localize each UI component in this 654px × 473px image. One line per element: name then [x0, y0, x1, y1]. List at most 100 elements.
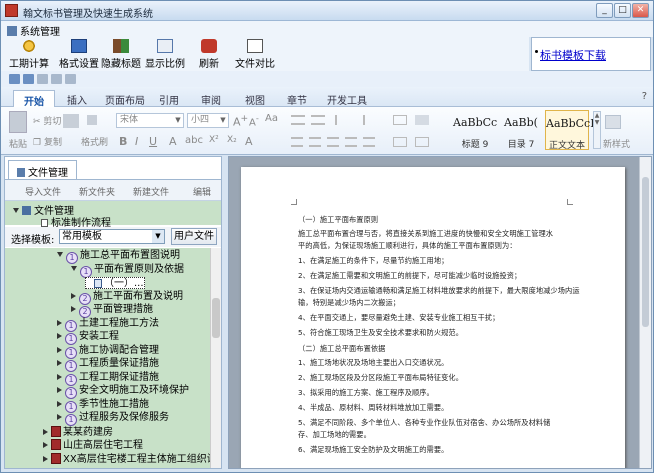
tab-chapter[interactable]: 章节: [287, 92, 307, 107]
italic-icon[interactable]: I: [135, 135, 138, 148]
borders-icon[interactable]: [415, 137, 429, 147]
font-color-icon[interactable]: A: [169, 135, 177, 148]
collapse-icon[interactable]: [57, 400, 62, 407]
shading-icon[interactable]: [415, 115, 429, 125]
shrink-font-icon[interactable]: A-: [249, 113, 259, 128]
expand-icon[interactable]: [71, 265, 77, 271]
format-painter-button[interactable]: 格式刷: [81, 135, 108, 148]
tree-node[interactable]: 1 安全文明施工及环境保护: [57, 385, 189, 399]
collapse-icon[interactable]: [57, 333, 62, 339]
tree-node[interactable]: 1 土建工程施工方法: [57, 318, 159, 332]
expand-icon[interactable]: [57, 252, 63, 257]
new-style-button[interactable]: 新样式: [603, 137, 630, 150]
tree-node[interactable]: 山庄高层住宅工程: [43, 439, 143, 451]
style-toc-7[interactable]: AaBb( 目录 7: [499, 110, 543, 150]
tree-node[interactable]: 1 平面布置原则及依据: [71, 264, 184, 278]
paste-icon[interactable]: [9, 111, 27, 133]
style-heading-9[interactable]: AaBbCc 标题 9: [453, 110, 497, 150]
tree-node[interactable]: 2 施工平面布置及说明: [71, 291, 183, 305]
help-icon[interactable]: ?: [642, 91, 647, 102]
subscript-icon[interactable]: X₂: [227, 135, 237, 145]
tree-node[interactable]: 1 工程工期保证措施: [57, 372, 159, 386]
document-scrollbar-thumb[interactable]: [642, 177, 649, 327]
sort-icon[interactable]: [393, 115, 407, 125]
distribute-icon[interactable]: [363, 137, 375, 147]
collapse-icon[interactable]: [57, 346, 62, 353]
print-icon[interactable]: [37, 74, 48, 84]
grow-font-icon[interactable]: A+: [233, 113, 248, 129]
numbering-icon[interactable]: [311, 115, 325, 125]
tree-node[interactable]: 1 施工总平面布置图说明: [57, 250, 180, 264]
collapse-icon[interactable]: [43, 428, 48, 435]
tree-node[interactable]: 1 季节性施工措施: [57, 399, 149, 413]
toolbar-hide-title[interactable]: 隐藏标题: [101, 39, 141, 70]
outdent-icon[interactable]: [353, 115, 365, 125]
strikethrough-icon[interactable]: abc: [185, 135, 203, 146]
user-file-button[interactable]: 用户文件: [171, 228, 217, 245]
tree-node[interactable]: XX高层住宅楼工程主体施工组织设计: [43, 452, 210, 465]
minimize-button[interactable]: _: [596, 3, 613, 18]
import-file-button[interactable]: 导入文件: [25, 185, 61, 198]
copy-button[interactable]: ❐ 复制: [33, 135, 62, 148]
tree-node[interactable]: 1 过程服务及保修服务: [57, 412, 169, 426]
collapse-icon[interactable]: [43, 442, 48, 448]
line-spacing-icon[interactable]: [393, 137, 407, 147]
clear-format-icon[interactable]: [63, 114, 79, 128]
tree-node[interactable]: 1 施工协调配合管理: [57, 345, 159, 359]
toolbar-duration-calc[interactable]: 工期计算: [9, 39, 49, 70]
menu-system[interactable]: 系统管理: [7, 23, 60, 38]
collapse-icon[interactable]: [57, 387, 62, 393]
tab-page-layout[interactable]: 页面布局: [105, 92, 145, 107]
toolbar-zoom[interactable]: 显示比例: [145, 39, 185, 70]
align-left-icon[interactable]: [291, 137, 303, 147]
template-download-link[interactable]: 标书模板下载: [540, 47, 606, 63]
font-size-select[interactable]: 小四 ▼: [187, 113, 229, 128]
collapse-icon[interactable]: [57, 319, 62, 326]
new-file-button[interactable]: 新建文件: [133, 185, 169, 198]
toolbar-format-settings[interactable]: 格式设置: [59, 39, 99, 70]
bold-icon[interactable]: B: [119, 135, 127, 148]
align-center-icon[interactable]: [309, 137, 321, 147]
tree-node[interactable]: 某某药建房: [43, 425, 113, 438]
close-button[interactable]: ✕: [632, 3, 649, 18]
maximize-button[interactable]: □: [614, 3, 631, 18]
tab-view[interactable]: 视图: [245, 92, 265, 107]
save-icon[interactable]: [23, 74, 34, 84]
highlight-icon[interactable]: A: [245, 135, 253, 148]
tree-scrollbar-thumb[interactable]: [212, 298, 220, 338]
document-page[interactable]: （一）施工平面布置原则 施工总平面布置合理与否，将直接关系到施工进度的快慢和安全文…: [241, 167, 625, 468]
collapse-icon[interactable]: [71, 292, 76, 299]
collapse-icon[interactable]: [57, 360, 62, 366]
collapse-icon[interactable]: [57, 414, 62, 420]
undo-icon[interactable]: [51, 74, 62, 84]
toolbar-refresh[interactable]: 刷新: [199, 39, 219, 70]
superscript-icon[interactable]: X²: [209, 135, 219, 145]
change-case-icon[interactable]: Aa: [265, 113, 278, 124]
tab-insert[interactable]: 插入: [67, 92, 87, 107]
edit-button[interactable]: 编辑: [193, 185, 211, 198]
font-family-select[interactable]: 宋体 ▼: [116, 113, 184, 128]
tree-node[interactable]: 1 工程质量保证措施: [57, 358, 159, 372]
open-icon[interactable]: [9, 74, 20, 84]
justify-icon[interactable]: [345, 137, 357, 147]
tree-scrollbar[interactable]: [210, 248, 221, 468]
tree-node[interactable]: 2 平面管理措施: [71, 304, 153, 318]
collapse-icon[interactable]: [43, 455, 48, 462]
redo-icon[interactable]: [65, 74, 76, 84]
style-body-text[interactable]: AaBbCcI 正文文本: [545, 110, 595, 151]
align-right-icon[interactable]: [327, 137, 339, 147]
tree-node[interactable]: 1 安装工程: [57, 331, 119, 345]
tab-developer[interactable]: 开发工具: [327, 92, 367, 107]
document-scrollbar[interactable]: [639, 157, 651, 468]
template-select[interactable]: 常用模板 ▼: [59, 229, 165, 244]
toolbar-file-compare[interactable]: 文件对比: [235, 39, 275, 70]
bullets-icon[interactable]: [291, 115, 305, 125]
indent-icon[interactable]: [335, 115, 347, 125]
underline-icon[interactable]: U: [149, 135, 157, 148]
new-folder-button[interactable]: 新文件夹: [79, 185, 115, 198]
tab-references[interactable]: 引用: [159, 92, 179, 107]
collapse-icon[interactable]: [71, 306, 76, 312]
pane-splitter[interactable]: [223, 156, 227, 469]
cut-button[interactable]: ✂ 剪切: [33, 114, 61, 127]
new-style-icon[interactable]: [605, 115, 621, 129]
